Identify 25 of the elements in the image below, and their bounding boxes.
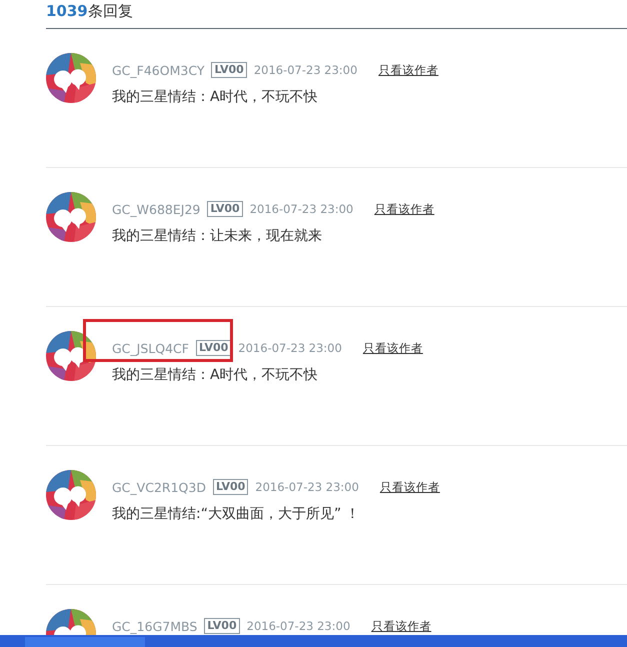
post-date: 2016-07-23 23:00 — [238, 341, 342, 355]
level-badge: LV00 — [207, 201, 243, 217]
post-date: 2016-07-23 23:00 — [250, 202, 354, 216]
author-only-link[interactable]: 只看该作者 — [371, 618, 432, 634]
author-only-link[interactable]: 只看该作者 — [362, 340, 423, 356]
reply-text: 我的三星情结：A时代，不玩不快 — [112, 366, 319, 384]
level-badge: LV00 — [204, 618, 240, 634]
avatar-icon — [46, 192, 96, 242]
level-badge: LV00 — [212, 479, 248, 495]
reply-text: 我的三星情结:“大双曲面，大于所见” ！ — [112, 505, 361, 523]
level-badge: LV00 — [196, 340, 232, 356]
level-badge: LV00 — [211, 62, 247, 78]
author-only-link[interactable]: 只看该作者 — [378, 62, 438, 78]
post-date: 2016-07-23 23:00 — [254, 63, 358, 77]
reply-text: 我的三星情结：A时代，不玩不快 — [112, 88, 319, 106]
post-date: 2016-07-23 23:00 — [246, 619, 350, 633]
author-only-link[interactable]: 只看该作者 — [374, 202, 434, 216]
post-date: 2016-07-23 23:00 — [255, 480, 359, 494]
avatar-icon — [46, 331, 96, 381]
author-only-link[interactable]: 只看该作者 — [380, 480, 440, 494]
reply-text: 我的三星情结：让未来，现在就来 — [112, 227, 323, 245]
avatar-icon — [46, 470, 96, 520]
avatar-icon — [46, 53, 96, 103]
taskbar-item[interactable] — [25, 637, 145, 647]
reply-count: 1039条回复 — [46, 1, 134, 22]
